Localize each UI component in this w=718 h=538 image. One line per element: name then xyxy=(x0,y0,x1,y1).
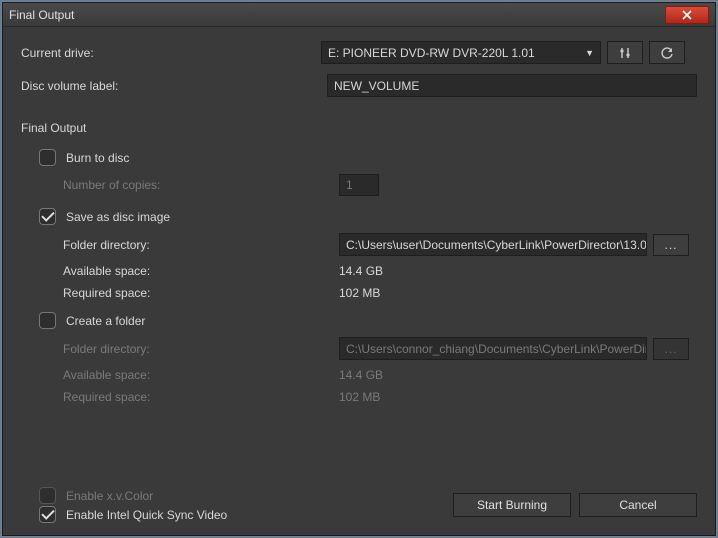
cf-folder-input: C:\Users\connor_chiang\Documents\CyberLi… xyxy=(339,337,647,360)
save-required-row: Required space: 102 MB xyxy=(63,286,697,300)
qsv-label: Enable Intel Quick Sync Video xyxy=(66,508,227,522)
qsv-checkbox[interactable] xyxy=(39,506,56,523)
section-title: Final Output xyxy=(21,121,697,135)
copies-input: 1 xyxy=(339,174,379,196)
save-folder-label: Folder directory: xyxy=(63,238,339,252)
save-available-label: Available space: xyxy=(63,264,339,278)
save-folder-input[interactable]: C:\Users\user\Documents\CyberLink\PowerD… xyxy=(339,233,647,256)
save-available-row: Available space: 14.4 GB xyxy=(63,264,697,278)
titlebar: Final Output xyxy=(3,3,715,27)
copies-label: Number of copies: xyxy=(63,178,339,192)
close-icon xyxy=(682,10,692,20)
drive-select-value: E: PIONEER DVD-RW DVR-220L 1.01 xyxy=(328,46,535,60)
chevron-down-icon: ▼ xyxy=(585,48,594,58)
cf-required-row: Required space: 102 MB xyxy=(63,390,697,404)
save-required-label: Required space: xyxy=(63,286,339,300)
content-area: Current drive: E: PIONEER DVD-RW DVR-220… xyxy=(3,27,715,535)
refresh-drive-button[interactable] xyxy=(649,41,685,64)
volume-label-row: Disc volume label: NEW_VOLUME xyxy=(21,74,697,97)
save-required-value: 102 MB xyxy=(339,286,380,300)
volume-label-input[interactable]: NEW_VOLUME xyxy=(327,74,697,97)
xvcolor-label: Enable x.v.Color xyxy=(66,489,153,503)
drive-settings-button[interactable] xyxy=(607,41,643,64)
save-image-row: Save as disc image xyxy=(39,208,697,225)
save-image-label: Save as disc image xyxy=(66,210,170,224)
save-image-checkbox[interactable] xyxy=(39,208,56,225)
final-output-window: Final Output Current drive: E: PIONEER D… xyxy=(2,2,716,536)
cf-available-value: 14.4 GB xyxy=(339,368,383,382)
volume-label-label: Disc volume label: xyxy=(21,79,297,93)
cf-folder-browse-button: ... xyxy=(653,338,689,360)
refresh-icon xyxy=(660,46,674,60)
drive-select[interactable]: E: PIONEER DVD-RW DVR-220L 1.01 ▼ xyxy=(321,41,601,64)
cf-required-value: 102 MB xyxy=(339,390,380,404)
burn-to-disc-checkbox[interactable] xyxy=(39,149,56,166)
save-folder-row: Folder directory: C:\Users\user\Document… xyxy=(63,233,697,256)
create-folder-row: Create a folder xyxy=(39,312,697,329)
sliders-icon xyxy=(618,46,632,60)
footer: Enable x.v.Color Enable Intel Quick Sync… xyxy=(21,477,697,525)
cf-required-label: Required space: xyxy=(63,390,339,404)
xvcolor-row: Enable x.v.Color xyxy=(39,487,445,504)
cf-available-row: Available space: 14.4 GB xyxy=(63,368,697,382)
cf-available-label: Available space: xyxy=(63,368,339,382)
create-folder-label: Create a folder xyxy=(66,314,145,328)
copies-row: Number of copies: 1 xyxy=(63,174,697,196)
save-available-value: 14.4 GB xyxy=(339,264,383,278)
current-drive-label: Current drive: xyxy=(21,46,321,60)
burn-to-disc-row: Burn to disc xyxy=(39,149,697,166)
cancel-button[interactable]: Cancel xyxy=(579,493,697,517)
burn-to-disc-label: Burn to disc xyxy=(66,151,129,165)
window-title: Final Output xyxy=(9,8,665,22)
cf-folder-row: Folder directory: C:\Users\connor_chiang… xyxy=(63,337,697,360)
close-button[interactable] xyxy=(665,6,709,24)
xvcolor-checkbox xyxy=(39,487,56,504)
cf-folder-label: Folder directory: xyxy=(63,342,339,356)
current-drive-row: Current drive: E: PIONEER DVD-RW DVR-220… xyxy=(21,41,697,64)
create-folder-checkbox[interactable] xyxy=(39,312,56,329)
save-folder-browse-button[interactable]: ... xyxy=(653,234,689,256)
start-burning-button[interactable]: Start Burning xyxy=(453,493,571,517)
qsv-row: Enable Intel Quick Sync Video xyxy=(39,506,445,523)
